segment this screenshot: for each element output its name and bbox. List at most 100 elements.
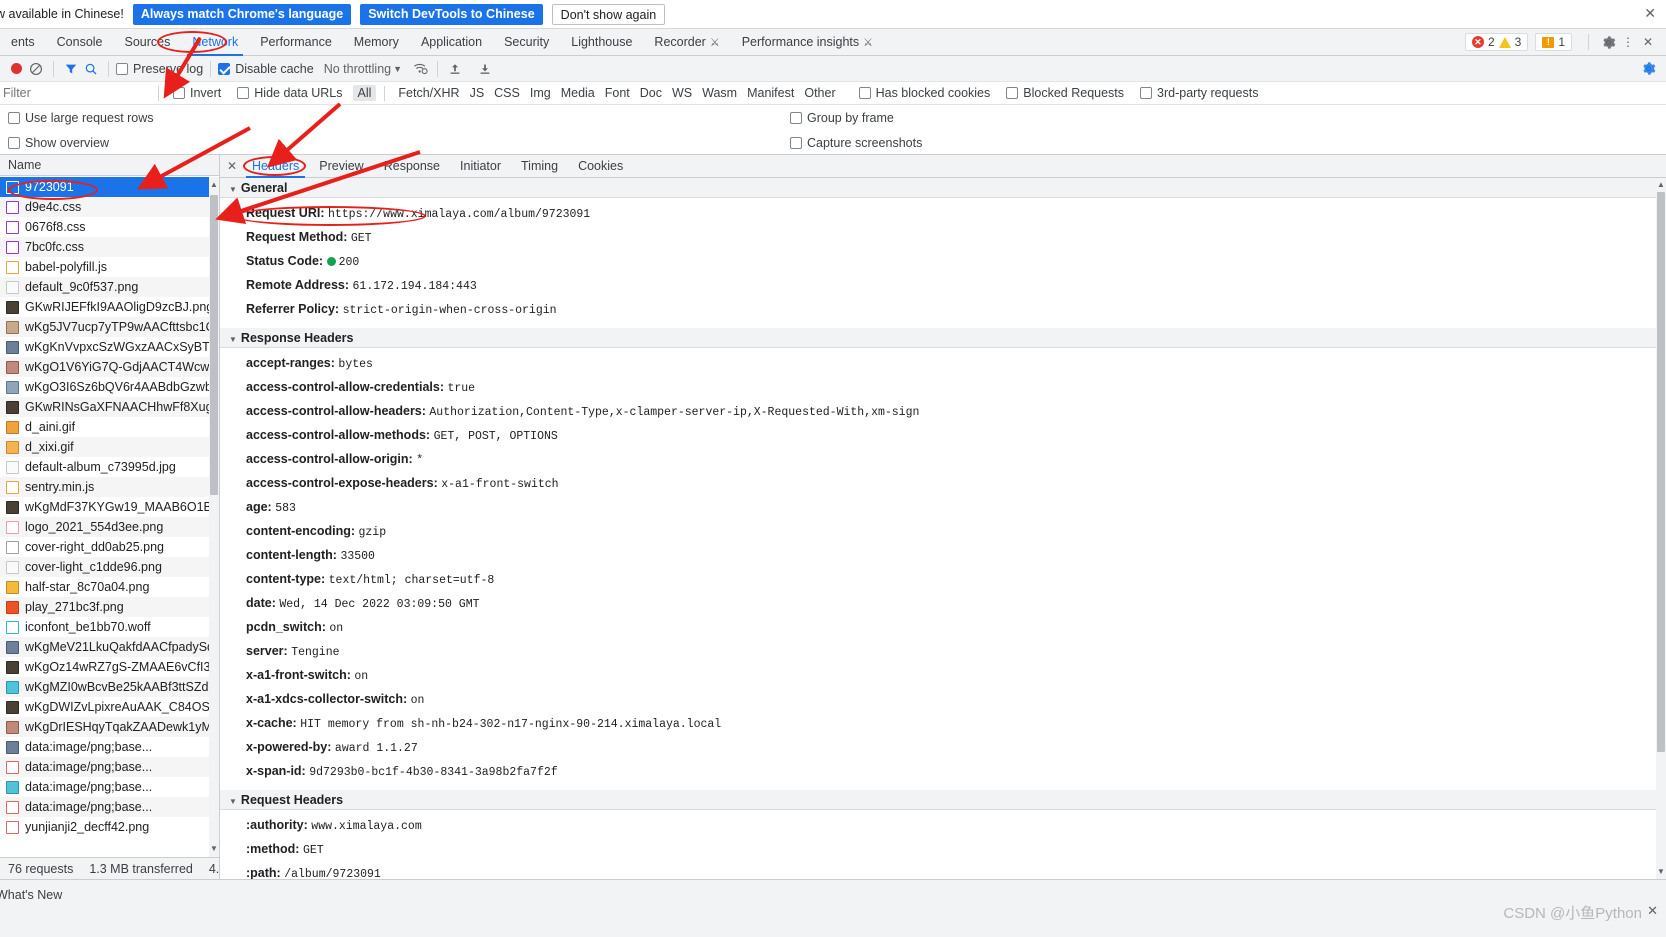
tab-sources[interactable]: Sources: [114, 29, 182, 56]
clear-icon[interactable]: [26, 59, 46, 79]
filter-input[interactable]: [0, 83, 150, 103]
scroll-down-icon[interactable]: ▼: [209, 843, 219, 855]
tab-cookies[interactable]: Cookies: [568, 155, 633, 178]
request-row[interactable]: GKwRINsGaXFNAACHhwFf8Xug.jpg!s: [0, 397, 219, 417]
preserve-log-checkbox[interactable]: Preserve log: [116, 62, 203, 76]
record-icon[interactable]: [6, 59, 26, 79]
tab-initiator[interactable]: Initiator: [450, 155, 511, 178]
upload-har-icon[interactable]: [445, 59, 465, 79]
request-row[interactable]: yunjianji2_decff42.png: [0, 817, 219, 837]
filter-type-all[interactable]: All: [352, 85, 377, 101]
filter-type-font[interactable]: Font: [600, 85, 635, 101]
request-row[interactable]: play_271bc3f.png: [0, 597, 219, 617]
close-icon[interactable]: ✕: [224, 159, 240, 173]
disable-cache-checkbox[interactable]: Disable cache: [218, 62, 314, 76]
request-row[interactable]: wKg5JV7ucp7yTP9wAACfttsbc1Q269: [0, 317, 219, 337]
request-row[interactable]: half-star_8c70a04.png: [0, 577, 219, 597]
tab-timing[interactable]: Timing: [511, 155, 568, 178]
chevron-down-icon[interactable]: ▼: [393, 64, 402, 74]
show-overview-checkbox[interactable]: Show overview: [8, 136, 109, 150]
filter-type-wasm[interactable]: Wasm: [697, 85, 742, 101]
scroll-down-icon[interactable]: ▼: [1656, 866, 1666, 878]
request-row[interactable]: 0676f8.css: [0, 217, 219, 237]
filter-type-img[interactable]: Img: [525, 85, 556, 101]
scrollbar-thumb[interactable]: [210, 195, 218, 495]
tab-performance[interactable]: Performance: [249, 29, 343, 56]
issue-counts-badge[interactable]: ✕ 2 3: [1464, 33, 1529, 51]
tab-network[interactable]: Network: [181, 29, 249, 56]
tab-elements[interactable]: ents: [0, 29, 46, 56]
request-row[interactable]: cover-right_dd0ab25.png: [0, 537, 219, 557]
request-row[interactable]: logo_2021_554d3ee.png: [0, 517, 219, 537]
filter-type-js[interactable]: JS: [465, 85, 490, 101]
tab-memory[interactable]: Memory: [343, 29, 410, 56]
request-row[interactable]: GKwRIJEFfkI9AAOligD9zcBJ.png!strip: [0, 297, 219, 317]
close-icon[interactable]: ✕: [1644, 6, 1656, 20]
scrollbar-thumb[interactable]: [1657, 192, 1665, 752]
request-row[interactable]: data:image/png;base...: [0, 777, 219, 797]
filter-type-doc[interactable]: Doc: [635, 85, 667, 101]
request-row[interactable]: wKgDrIESHqyTqakZAADewk1yMt836: [0, 717, 219, 737]
request-row[interactable]: data:image/png;base...: [0, 757, 219, 777]
tab-lighthouse[interactable]: Lighthouse: [560, 29, 643, 56]
more-vertical-icon[interactable]: ⋮: [1618, 32, 1638, 52]
dont-show-again-button[interactable]: Don't show again: [551, 3, 666, 25]
request-row[interactable]: wKgKnVvpxcSzWGxzAACxSyBTKgs96: [0, 337, 219, 357]
request-row[interactable]: 7bc0fc.css: [0, 237, 219, 257]
section-header[interactable]: ▼ General: [220, 178, 1666, 198]
request-row[interactable]: iconfont_be1bb70.woff: [0, 617, 219, 637]
filter-icon[interactable]: [61, 59, 81, 79]
switch-devtools-language-button[interactable]: Switch DevTools to Chinese: [360, 3, 543, 25]
request-row[interactable]: wKgO1V6YiG7Q-GdjAACT4Wcw6tc1.: [0, 357, 219, 377]
request-row[interactable]: data:image/png;base...: [0, 797, 219, 817]
request-row[interactable]: wKgMZI0wBcvBe25kAABf3ttSZdY00C: [0, 677, 219, 697]
download-har-icon[interactable]: [475, 59, 495, 79]
request-row[interactable]: babel-polyfill.js: [0, 257, 219, 277]
capture-screenshots-checkbox[interactable]: Capture screenshots: [790, 136, 922, 150]
request-row[interactable]: d_xixi.gif: [0, 437, 219, 457]
filter-type-fetch-xhr[interactable]: Fetch/XHR: [393, 85, 464, 101]
request-rows[interactable]: 9723091 d9e4c.css 0676f8.css 7bc0fc.css babe…: [0, 177, 219, 857]
close-icon[interactable]: ✕: [1647, 903, 1658, 919]
issues-badge[interactable]: ! 1: [1535, 33, 1572, 51]
section-header[interactable]: ▼ Response Headers: [220, 328, 1666, 348]
section-header[interactable]: ▼ Request Headers: [220, 790, 1666, 810]
request-row[interactable]: d9e4c.css: [0, 197, 219, 217]
column-header-name[interactable]: Name: [0, 155, 219, 176]
blocked-requests-checkbox[interactable]: Blocked Requests: [1006, 86, 1124, 100]
request-row[interactable]: default_9c0f537.png: [0, 277, 219, 297]
scroll-up-icon[interactable]: ▲: [1656, 179, 1666, 191]
use-large-rows-checkbox[interactable]: Use large request rows: [8, 111, 154, 125]
tab-preview[interactable]: Preview: [309, 155, 373, 178]
invert-checkbox[interactable]: Invert: [173, 86, 221, 100]
tab-security[interactable]: Security: [493, 29, 560, 56]
request-row[interactable]: default-album_c73995d.jpg: [0, 457, 219, 477]
group-by-frame-checkbox[interactable]: Group by frame: [790, 111, 894, 125]
filter-type-css[interactable]: CSS: [489, 85, 525, 101]
network-settings-icon[interactable]: [1638, 58, 1658, 78]
tab-headers[interactable]: Headers: [242, 155, 309, 178]
request-row[interactable]: wKgO3I6Sz6bQV6r4AABdbGzwbQA9: [0, 377, 219, 397]
gear-icon[interactable]: [1598, 32, 1618, 52]
detail-scrollbar[interactable]: ▲ ▼: [1656, 178, 1666, 879]
request-list-scrollbar[interactable]: ▲ ▼: [209, 177, 219, 857]
close-icon[interactable]: ✕: [1638, 32, 1658, 52]
request-row[interactable]: cover-light_c1dde96.png: [0, 557, 219, 577]
request-row[interactable]: data:image/png;base...: [0, 737, 219, 757]
request-row[interactable]: sentry.min.js: [0, 477, 219, 497]
scroll-up-icon[interactable]: ▲: [209, 179, 219, 191]
filter-type-manifest[interactable]: Manifest: [742, 85, 799, 101]
request-row[interactable]: d_aini.gif: [0, 417, 219, 437]
hide-data-urls-checkbox[interactable]: Hide data URLs: [237, 86, 343, 100]
tab-response[interactable]: Response: [374, 155, 450, 178]
tab-console[interactable]: Console: [46, 29, 114, 56]
tab-application[interactable]: Application: [410, 29, 493, 56]
filter-type-ws[interactable]: WS: [667, 85, 697, 101]
request-row[interactable]: wKgMdF37KYGw19_MAAB6O1BjA-4.: [0, 497, 219, 517]
search-icon[interactable]: [81, 59, 101, 79]
always-match-language-button[interactable]: Always match Chrome's language: [132, 3, 352, 25]
throttling-select[interactable]: No throttling: [324, 62, 391, 76]
third-party-requests-checkbox[interactable]: 3rd-party requests: [1140, 86, 1258, 100]
filter-type-other[interactable]: Other: [799, 85, 840, 101]
tab-recorder[interactable]: Recorder ⚔: [643, 29, 730, 56]
